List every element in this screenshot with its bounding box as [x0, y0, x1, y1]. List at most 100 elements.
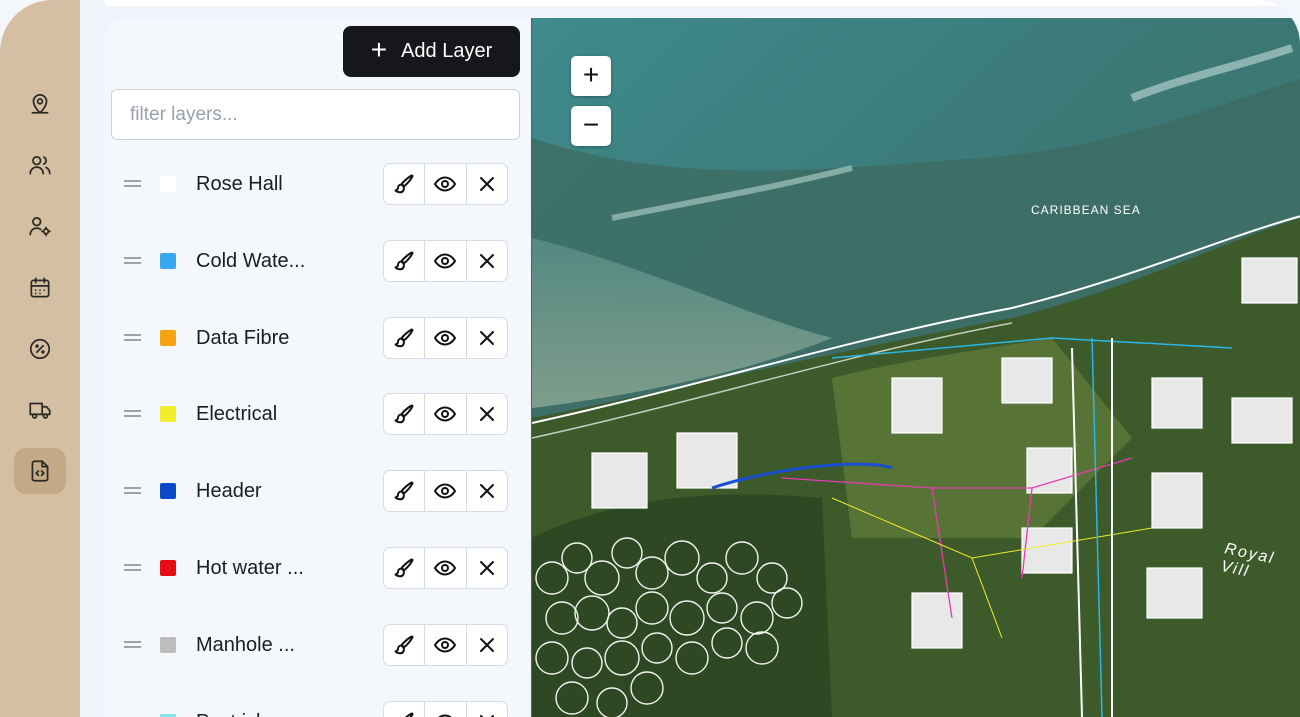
- eye-icon: [434, 253, 457, 269]
- toggle-visibility-button[interactable]: [425, 317, 467, 358]
- aerial-map-image: [532, 18, 1300, 717]
- layer-color-swatch: [160, 713, 176, 717]
- style-layer-button[interactable]: [384, 394, 426, 435]
- layer-name: Data Fibre: [196, 326, 290, 349]
- layer-row: Rose Hall: [104, 162, 530, 206]
- paint-brush-icon: [394, 404, 414, 424]
- drag-handle-icon[interactable]: [124, 410, 141, 418]
- drag-handle-icon[interactable]: [124, 564, 141, 571]
- zoom-in-label: +: [582, 59, 600, 90]
- toggle-visibility-button[interactable]: [425, 701, 467, 717]
- eye-icon: [434, 176, 457, 192]
- drag-handle-icon[interactable]: [124, 180, 141, 187]
- sidebar-item-user-settings[interactable]: [14, 203, 66, 249]
- map-pin-icon: [31, 94, 49, 114]
- remove-layer-button[interactable]: [467, 164, 507, 204]
- zoom-in-button[interactable]: +: [571, 56, 611, 96]
- style-layer-button[interactable]: [384, 164, 426, 204]
- toggle-visibility-button[interactable]: [425, 240, 467, 281]
- sidebar-item-calendar[interactable]: [14, 265, 66, 311]
- zoom-out-label: −: [582, 109, 600, 140]
- drag-handle-icon[interactable]: [124, 487, 141, 495]
- close-icon: [479, 177, 494, 191]
- close-icon: [479, 637, 494, 652]
- remove-layer-button[interactable]: [467, 394, 507, 434]
- paint-brush-icon: [394, 328, 414, 347]
- layer-row: Cold Wate...: [104, 239, 530, 283]
- close-icon: [479, 561, 494, 575]
- paint-brush-icon: [394, 174, 414, 194]
- eye-icon: [434, 560, 457, 576]
- discount-badge-icon: [29, 338, 51, 360]
- remove-layer-button[interactable]: [467, 318, 507, 358]
- layer-actions: [383, 163, 508, 205]
- toggle-visibility-button[interactable]: [425, 164, 467, 204]
- layer-color-swatch: [160, 483, 176, 500]
- layer-row: Pest ick...: [104, 700, 530, 717]
- layer-color-swatch: [160, 560, 176, 576]
- style-layer-button[interactable]: [384, 701, 426, 717]
- style-layer-button[interactable]: [384, 471, 426, 512]
- toggle-visibility-button[interactable]: [425, 471, 467, 512]
- layer-actions: [383, 239, 508, 282]
- layer-name: Pest ick...: [196, 711, 283, 717]
- style-layer-button[interactable]: [384, 240, 426, 281]
- drag-handle-icon[interactable]: [124, 333, 141, 341]
- close-icon: [479, 484, 494, 499]
- top-bar: [104, 0, 1300, 6]
- toggle-visibility-button[interactable]: [425, 548, 467, 588]
- layer-name: Header: [196, 480, 262, 503]
- remove-layer-button[interactable]: [467, 548, 507, 588]
- toggle-visibility-button[interactable]: [425, 394, 467, 435]
- style-layer-button[interactable]: [384, 317, 426, 358]
- layer-row: Hot water ...: [104, 546, 530, 590]
- truck-icon: [29, 402, 51, 419]
- toggle-visibility-button[interactable]: [425, 624, 467, 665]
- remove-layer-button[interactable]: [467, 625, 507, 665]
- remove-layer-button[interactable]: [467, 471, 507, 511]
- style-layer-button[interactable]: [384, 624, 426, 665]
- sidebar-item-discounts[interactable]: [14, 326, 66, 372]
- layer-color-swatch: [160, 636, 176, 653]
- paint-brush-icon: [394, 558, 414, 578]
- calendar-icon: [30, 277, 50, 298]
- filter-layers-input[interactable]: [111, 89, 520, 140]
- layer-actions: [383, 470, 508, 513]
- remove-layer-button[interactable]: [467, 241, 507, 281]
- layer-actions: [383, 393, 508, 436]
- eye-icon: [434, 637, 457, 653]
- paint-brush-icon: [394, 635, 414, 655]
- sidebar: [0, 0, 80, 717]
- paint-brush-icon: [394, 481, 414, 501]
- users-icon: [29, 156, 51, 175]
- close-icon: [479, 253, 494, 268]
- layers-panel: + Add Layer Rose Hall Cold Wate... Data Fi…: [104, 18, 530, 717]
- sidebar-item-deliveries[interactable]: [14, 387, 66, 433]
- eye-icon: [434, 483, 457, 499]
- add-layer-label: Add Layer: [401, 40, 493, 62]
- sea-label: CARIBBEAN SEA: [1031, 203, 1141, 217]
- style-layer-button[interactable]: [384, 548, 426, 588]
- drag-handle-icon[interactable]: [124, 256, 141, 264]
- layer-row: Data Fibre: [104, 316, 530, 360]
- remove-layer-button[interactable]: [467, 702, 507, 717]
- map-view[interactable]: + − CARIBBEAN SEA Royal Vill: [531, 18, 1300, 717]
- layer-row: Manhole ...: [104, 623, 530, 667]
- layer-name: Electrical: [196, 403, 278, 426]
- layer-actions: [383, 700, 508, 717]
- layer-actions: [383, 316, 508, 359]
- layer-color-swatch: [160, 329, 176, 346]
- sidebar-item-code-layers[interactable]: [14, 448, 66, 494]
- add-layer-button[interactable]: + Add Layer: [343, 26, 520, 77]
- sidebar-item-locations[interactable]: [14, 80, 66, 126]
- paint-brush-icon: [404, 712, 414, 717]
- drag-handle-icon[interactable]: [124, 640, 141, 648]
- layer-name: Manhole ...: [196, 633, 295, 656]
- close-icon: [479, 330, 494, 345]
- paint-brush-icon: [394, 251, 414, 271]
- zoom-out-button[interactable]: −: [571, 106, 611, 146]
- app-frame: + Add Layer Rose Hall Cold Wate... Data Fi…: [0, 0, 1300, 717]
- sidebar-item-users[interactable]: [14, 142, 66, 188]
- eye-icon: [438, 714, 453, 717]
- layer-color-swatch: [160, 176, 176, 192]
